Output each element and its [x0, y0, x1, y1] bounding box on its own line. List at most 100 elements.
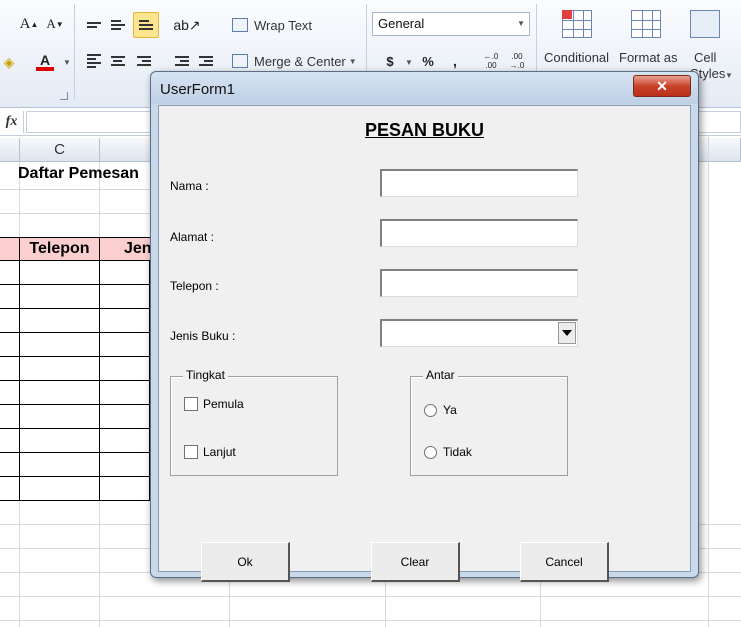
table-cell[interactable] [19, 477, 100, 501]
currency-dropdown-icon[interactable]: ▼ [405, 58, 413, 67]
insert-function-icon[interactable]: fx [0, 111, 24, 133]
tidak-option[interactable]: Tidak [424, 445, 472, 459]
table-cell[interactable] [19, 333, 100, 357]
ok-button[interactable]: Ok [201, 542, 290, 582]
align-middle-button[interactable] [108, 14, 128, 36]
combobox-dropdown-button[interactable] [558, 322, 576, 344]
clear-button[interactable]: Clear [371, 542, 460, 582]
cell-styles-icon [690, 10, 720, 38]
cancel-button[interactable]: Cancel [520, 542, 609, 582]
merge-center-icon [232, 54, 248, 68]
align-center-button[interactable] [108, 50, 128, 72]
table-cell[interactable] [19, 429, 100, 453]
table-cell[interactable] [19, 261, 100, 285]
nama-input[interactable] [380, 169, 578, 197]
table-cell[interactable] [99, 309, 150, 333]
font-color-dropdown-icon[interactable]: ▼ [63, 58, 71, 67]
currency-button[interactable]: $ [380, 50, 400, 72]
decrease-indent-button[interactable] [172, 50, 192, 72]
table-cell[interactable] [99, 261, 150, 285]
telepon-input[interactable] [380, 269, 578, 297]
jenis-buku-label: Jenis Buku : [170, 329, 236, 343]
pemula-checkbox[interactable]: Pemula [184, 397, 244, 411]
table-cell[interactable] [19, 285, 100, 309]
table-cell[interactable] [19, 405, 100, 429]
decrease-decimal-button[interactable]: .00 →.0 [506, 50, 528, 72]
table-cell[interactable] [0, 429, 20, 453]
format-as-table-icon [631, 10, 661, 38]
userform-titlebar[interactable]: UserForm1 ✕ [151, 72, 698, 104]
table-header-telepon: Telepon [19, 237, 100, 261]
column-header-left[interactable] [0, 138, 20, 162]
fill-color-button[interactable]: ◈ [0, 50, 18, 74]
merge-center-button[interactable]: Merge & Center ▼ [232, 50, 364, 72]
userform-window: UserForm1 ✕ PESAN BUKU Nama : Alamat : T… [150, 71, 699, 582]
table-cell[interactable] [99, 477, 150, 501]
table-cell[interactable] [99, 453, 150, 477]
align-right-button[interactable] [134, 50, 154, 72]
alamat-input[interactable] [380, 219, 578, 247]
gridline [385, 578, 386, 627]
font-color-button[interactable]: A [32, 50, 58, 74]
align-left-icon [87, 52, 101, 70]
merge-center-label: Merge & Center [254, 53, 346, 69]
wrap-text-label: Wrap Text [254, 17, 313, 33]
table-cell[interactable] [0, 381, 20, 405]
column-header-c[interactable]: C [20, 138, 100, 162]
table-cell[interactable] [0, 357, 20, 381]
table-cell[interactable] [0, 453, 20, 477]
format-as-table-label: Format as [619, 50, 678, 65]
close-button[interactable]: ✕ [633, 75, 691, 97]
align-top-button[interactable] [84, 14, 104, 36]
align-center-icon [111, 54, 125, 68]
comma-button[interactable]: , [446, 50, 464, 72]
alamat-label: Alamat : [170, 230, 215, 244]
radio-circle[interactable] [424, 445, 437, 459]
userform-client: PESAN BUKU Nama : Alamat : Telepon : Jen… [158, 105, 691, 582]
ya-option[interactable]: Ya [424, 403, 457, 417]
table-cell[interactable] [19, 381, 100, 405]
wrap-text-button[interactable]: Wrap Text [232, 14, 328, 36]
form-heading: PESAN BUKU [364, 120, 484, 140]
tidak-label: Tidak [443, 445, 472, 459]
percent-button[interactable]: % [418, 50, 438, 72]
table-cell[interactable] [19, 357, 100, 381]
shrink-font-button[interactable]: A ▼ [44, 12, 66, 36]
table-cell[interactable] [99, 405, 150, 429]
table-cell[interactable] [99, 285, 150, 309]
grow-font-button[interactable]: A ▲ [18, 12, 40, 36]
shrink-font-icon: A [46, 16, 56, 31]
radio-circle[interactable] [424, 403, 437, 417]
table-cell[interactable] [0, 333, 20, 357]
table-cell[interactable] [0, 405, 20, 429]
tingkat-frame: Tingkat Pemula Lanjut [170, 368, 338, 476]
align-left-button[interactable] [84, 50, 104, 72]
lanjut-checkbox[interactable]: Lanjut [184, 445, 236, 459]
table-cell[interactable] [0, 285, 20, 309]
table-cell[interactable] [0, 261, 20, 285]
font-dialog-launcher-icon[interactable] [60, 92, 68, 100]
cell-styles-dropdown-icon: ▼ [725, 71, 733, 80]
increase-decimal-button[interactable]: ←.0 .00 [480, 50, 502, 72]
gridline [540, 578, 541, 627]
table-cell[interactable] [99, 381, 150, 405]
align-bottom-button[interactable] [133, 12, 159, 38]
table-cell[interactable] [99, 357, 150, 381]
jenis-buku-combobox[interactable] [380, 319, 578, 347]
table-cell[interactable] [99, 429, 150, 453]
checkbox-box[interactable] [184, 445, 198, 459]
table-cell[interactable] [19, 309, 100, 333]
table-cell[interactable] [0, 477, 20, 501]
increase-indent-button[interactable] [196, 50, 216, 72]
table-cell[interactable] [19, 453, 100, 477]
gridline [0, 213, 150, 214]
checkbox-box[interactable] [184, 397, 198, 411]
table-cell[interactable] [0, 309, 20, 333]
antar-caption: Antar [423, 368, 458, 382]
table-cell[interactable] [99, 333, 150, 357]
number-format-select[interactable]: General ▼ [372, 12, 530, 36]
font-color-icon: A [39, 52, 51, 68]
orientation-button[interactable]: ab↗ [172, 14, 202, 36]
gridline [0, 620, 741, 621]
ribbon-separator [74, 4, 75, 100]
